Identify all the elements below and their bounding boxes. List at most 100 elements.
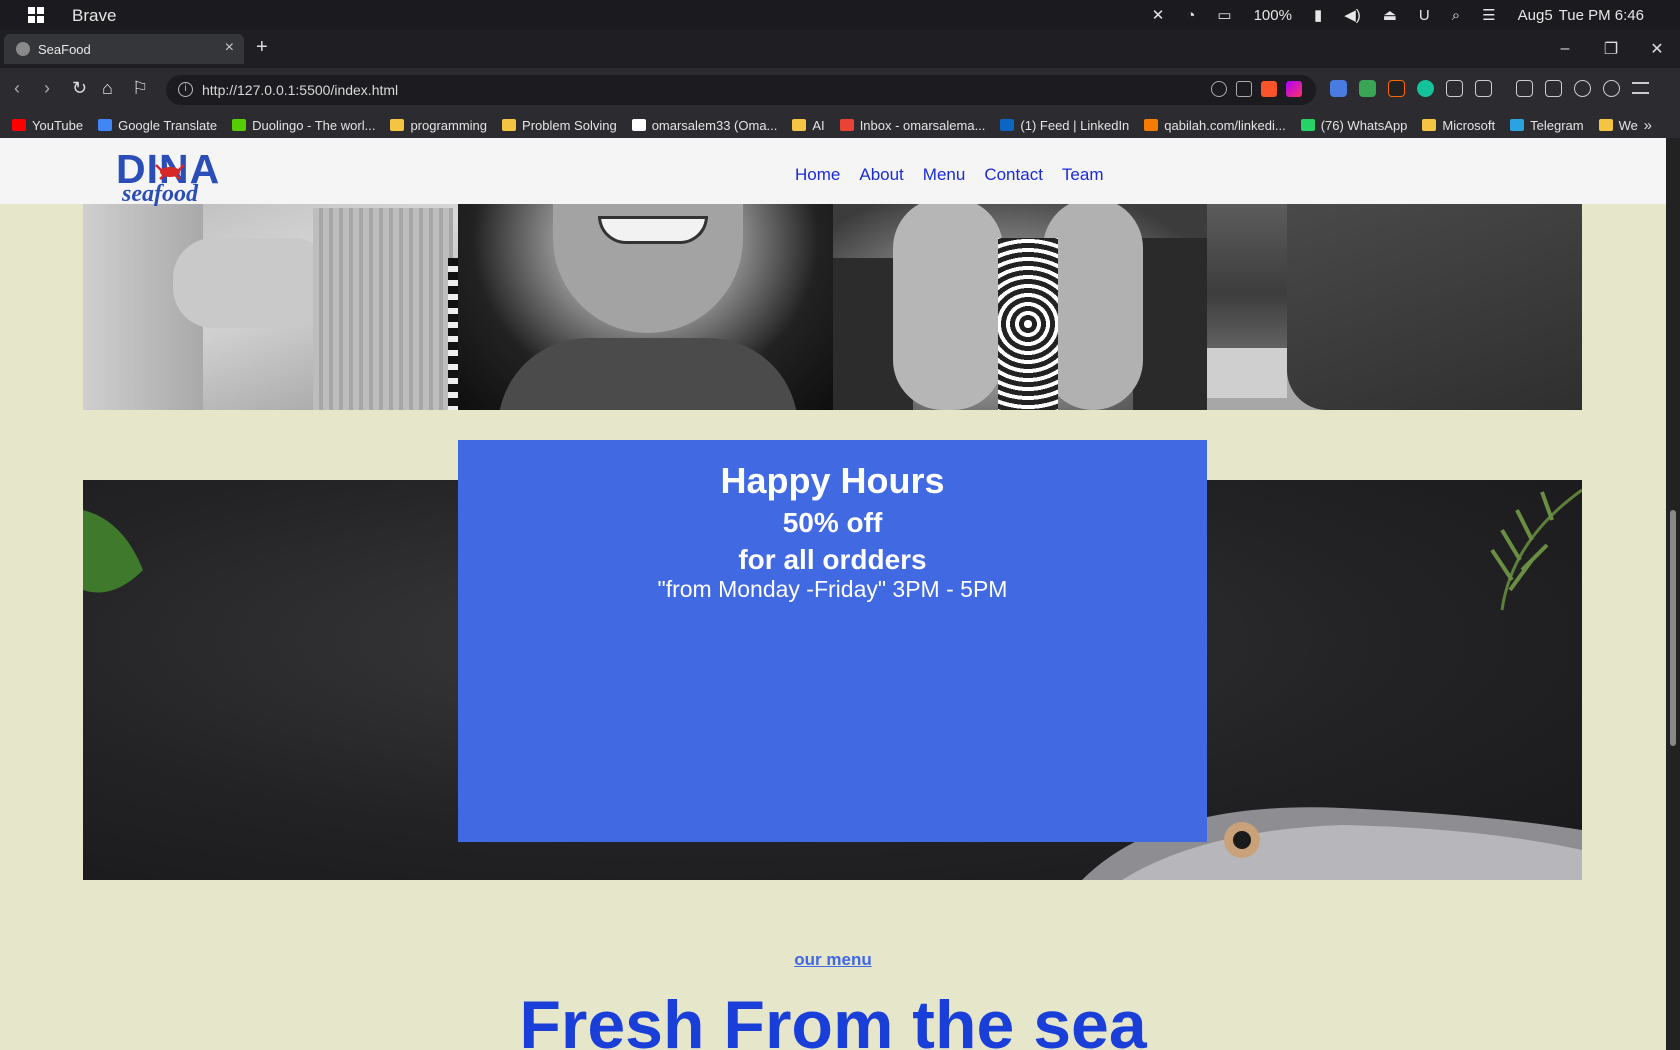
- close-tab-icon[interactable]: ×: [225, 39, 234, 57]
- lobster-logo-icon: [155, 164, 185, 180]
- menu-section-title: Fresh From the sea: [519, 987, 1147, 1050]
- bookmark-favicon-icon: [1000, 119, 1015, 131]
- extensions-puzzle-icon[interactable]: [1446, 80, 1463, 97]
- our-menu-link[interactable]: our menu: [0, 950, 1666, 970]
- team-photos: [83, 198, 1582, 410]
- restore-icon[interactable]: ❐: [1588, 39, 1634, 59]
- extension-icons: [1330, 80, 1649, 97]
- bookmark-item[interactable]: Telegram: [1510, 118, 1584, 133]
- bookmark-label: YouTube: [32, 117, 84, 133]
- share-icon[interactable]: [1236, 81, 1252, 97]
- vpn-icon[interactable]: [1603, 80, 1620, 97]
- bookmark-item[interactable]: Inbox - omarsalema...: [839, 118, 985, 133]
- bookmark-item[interactable]: qabilah.com/linkedi...: [1144, 118, 1286, 133]
- windows-icon[interactable]: [28, 7, 44, 23]
- rosemary-decoration: [1490, 488, 1582, 611]
- tab-title: SeaFood: [38, 41, 91, 57]
- back-icon[interactable]: ‹: [14, 78, 20, 99]
- forward-icon[interactable]: ›: [44, 78, 50, 99]
- site-info-icon[interactable]: i: [178, 82, 193, 97]
- address-bar-icons: [1211, 81, 1302, 97]
- shield-extension-icon[interactable]: [1359, 80, 1376, 97]
- battery-icon[interactable]: ▮: [1314, 6, 1322, 24]
- main-nav: Home About Menu Contact Team: [795, 165, 1104, 185]
- bookmark-favicon-icon: [98, 119, 113, 131]
- bookmark-label: Problem Solving: [522, 117, 617, 133]
- bookmark-item[interactable]: Google Translate: [98, 118, 217, 133]
- control-center-icon[interactable]: ☰: [1482, 6, 1495, 24]
- reload-icon[interactable]: ↻: [72, 78, 87, 99]
- site-header: DINA seafood Home About Menu Contact Team: [0, 138, 1666, 207]
- bookmark-favicon-icon: [1422, 119, 1437, 131]
- nav-link-contact[interactable]: Contact: [984, 165, 1043, 185]
- bookmark-favicon-icon: [839, 119, 854, 131]
- nav-link-about[interactable]: About: [859, 165, 903, 185]
- team-photo-3: [832, 198, 1208, 410]
- bookmark-item[interactable]: programming: [390, 118, 487, 133]
- nav-link-menu[interactable]: Menu: [923, 165, 966, 185]
- bookmark-favicon-icon: [631, 119, 646, 131]
- page-scrollbar[interactable]: [1666, 138, 1680, 1050]
- window-controls: – ❐ ✕: [1542, 30, 1680, 68]
- new-tab-icon[interactable]: +: [256, 36, 268, 59]
- close-window-icon[interactable]: ✕: [1634, 39, 1680, 59]
- wifi-icon[interactable]: ◔: [1186, 7, 1195, 24]
- team-photo-2: [457, 198, 833, 410]
- bookmark-favicon-icon: [1510, 119, 1525, 131]
- bookmark-label: AI: [812, 117, 825, 133]
- u-app-icon[interactable]: U: [1419, 7, 1430, 24]
- bookmarks-bar: YouTube Google Translate Duolingo - The wo…: [0, 112, 1680, 138]
- brave-shields-icon[interactable]: [1261, 81, 1277, 97]
- leo-ai-icon[interactable]: [1574, 80, 1591, 97]
- tab-seafood[interactable]: SeaFood ×: [4, 34, 244, 64]
- bookmark-item[interactable]: We: [1598, 118, 1638, 133]
- menu-icon[interactable]: [1632, 82, 1649, 94]
- bookmark-item[interactable]: Microsoft: [1422, 118, 1495, 133]
- scrollbar-thumb[interactable]: [1670, 510, 1676, 746]
- bookmark-item[interactable]: YouTube: [12, 118, 83, 133]
- sidebar-icon[interactable]: [1516, 80, 1533, 97]
- bookmark-label: omarsalem33 (Oma...: [651, 117, 778, 133]
- mute-icon[interactable]: ✕: [1152, 6, 1165, 24]
- volume-icon[interactable]: ◀): [1344, 6, 1361, 24]
- nav-link-home[interactable]: Home: [795, 165, 840, 185]
- bookmark-icon[interactable]: ⚐: [132, 78, 148, 99]
- home-icon[interactable]: ⌂: [102, 78, 113, 99]
- os-taskbar: Brave ✕ ◔ ▭ 100% ▮ ◀) ⏏ U ⌕ ☰ Aug5 Tue P…: [0, 0, 1680, 30]
- search-icon[interactable]: ⌕: [1452, 7, 1460, 24]
- clock-time: Tue PM 6:46: [1558, 6, 1644, 24]
- reader-icon[interactable]: [1475, 80, 1492, 97]
- active-app-name: Brave: [72, 6, 117, 25]
- address-bar[interactable]: i http://127.0.0.1:5500/index.html: [166, 75, 1316, 105]
- bookmark-label: (76) WhatsApp: [1320, 117, 1408, 133]
- happy-hours-discount: 50% off: [782, 507, 883, 538]
- wallet-icon[interactable]: [1545, 80, 1562, 97]
- herb-decoration-left: [83, 510, 143, 593]
- grammarly-icon[interactable]: [1417, 80, 1434, 97]
- bookmark-item[interactable]: omarsalem33 (Oma...: [631, 117, 778, 133]
- bookmark-item[interactable]: (76) WhatsApp: [1300, 117, 1408, 133]
- clock-date: Aug5: [1517, 6, 1553, 24]
- bookmark-label: Google Translate: [118, 117, 218, 133]
- lh-extension-icon[interactable]: [1388, 80, 1405, 97]
- more-bookmarks-icon[interactable]: »: [1644, 117, 1652, 134]
- bookmark-favicon-icon: [502, 119, 517, 131]
- bookmark-item[interactable]: Problem Solving: [502, 118, 617, 133]
- eject-icon[interactable]: ⏏: [1383, 6, 1397, 24]
- bookmark-favicon-icon: [1144, 119, 1159, 131]
- team-photo-4: [1207, 198, 1582, 410]
- happy-hours-banner: Happy Hours 50% off for all ordders "fro…: [458, 440, 1207, 842]
- translate-extension-icon[interactable]: [1330, 80, 1347, 97]
- site-logo[interactable]: DINA seafood: [114, 146, 224, 208]
- battery-percent: 100%: [1253, 6, 1292, 24]
- display-icon[interactable]: ▭: [1217, 6, 1231, 24]
- logo-subtitle: seafood: [122, 181, 198, 207]
- bookmark-item[interactable]: (1) Feed | LinkedIn: [1000, 118, 1129, 133]
- zoom-icon[interactable]: [1211, 81, 1227, 97]
- nav-link-team[interactable]: Team: [1062, 165, 1104, 185]
- bookmark-item[interactable]: Duolingo - The worl...: [232, 118, 375, 133]
- bookmark-item[interactable]: AI: [792, 117, 825, 133]
- brave-rewards-icon[interactable]: [1286, 81, 1302, 97]
- minimize-icon[interactable]: –: [1542, 40, 1588, 58]
- bookmark-favicon-icon: [390, 119, 405, 131]
